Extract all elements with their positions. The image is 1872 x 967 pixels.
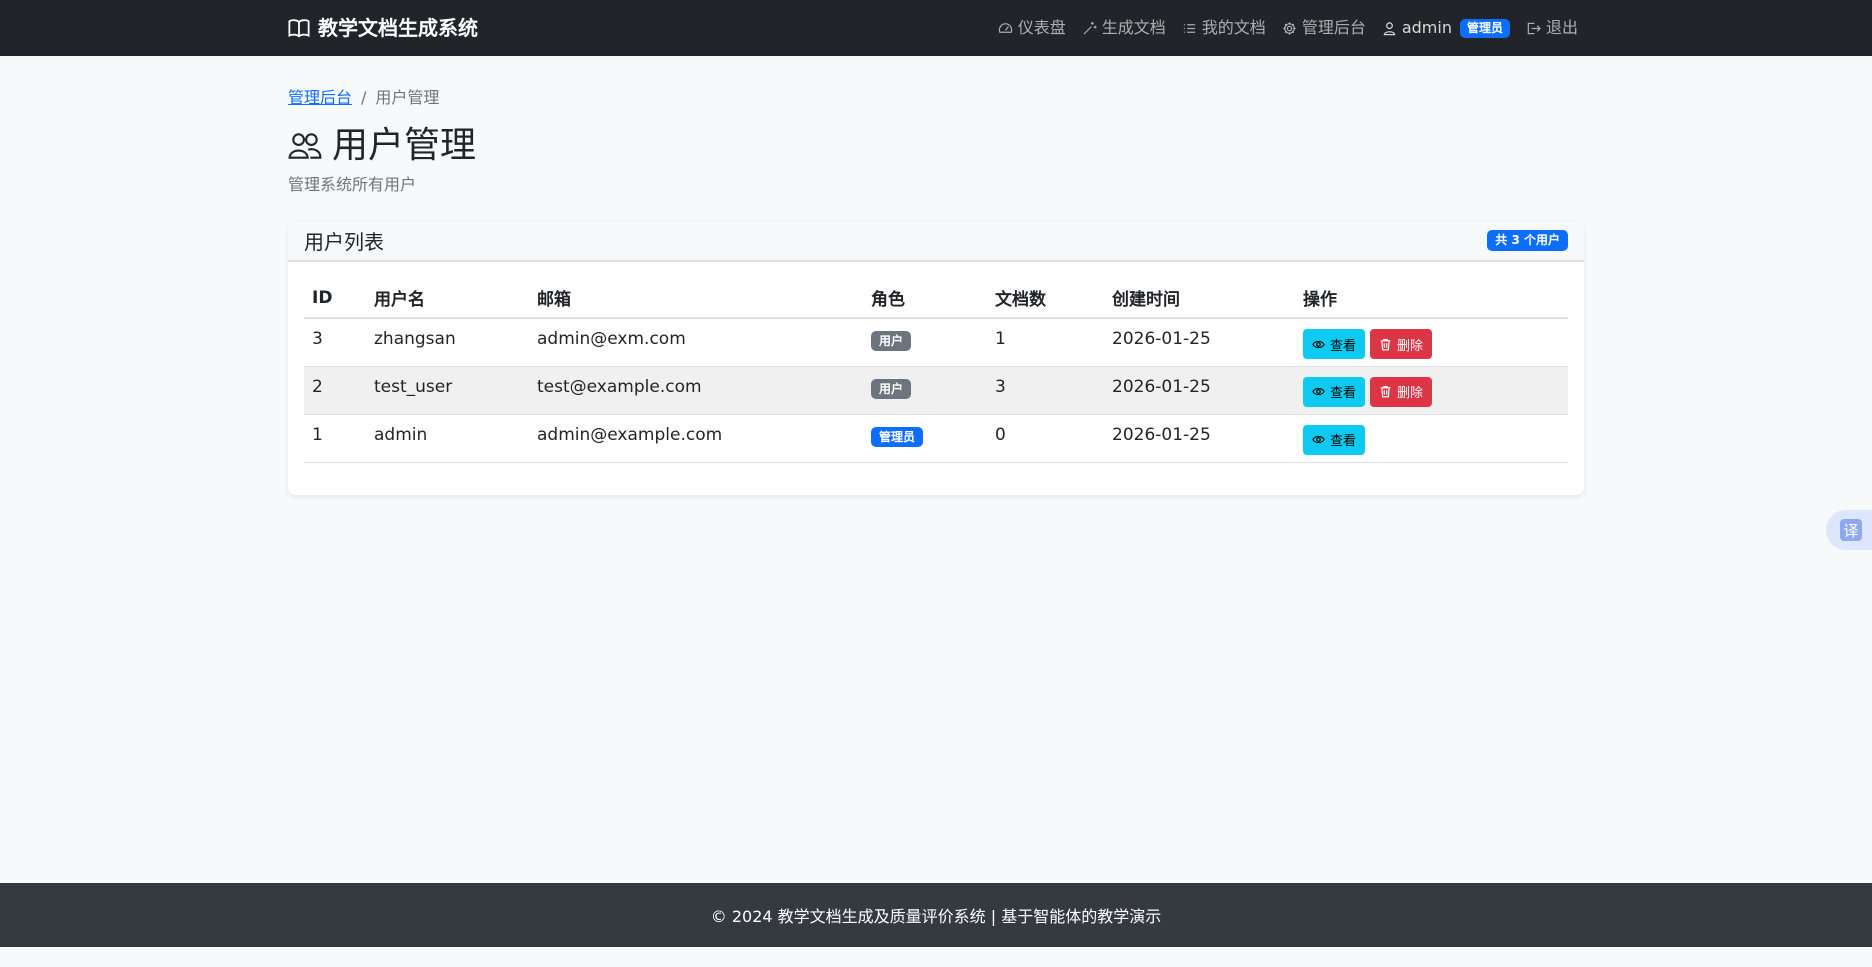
top-navbar: 教学文档生成系统 仪表盘 生成文档 我的文档 管理后台 admin 管理员 退出 bbox=[0, 0, 1872, 56]
nav-menu: 仪表盘 生成文档 我的文档 管理后台 admin 管理员 退出 bbox=[998, 14, 1578, 42]
nav-item-generate[interactable]: 生成文档 bbox=[1082, 14, 1166, 42]
cell-actions: 查看 删除 bbox=[1295, 366, 1568, 415]
breadcrumb: 管理后台 / 用户管理 bbox=[288, 86, 439, 110]
column-header-role[interactable]: 角色 bbox=[863, 278, 987, 319]
eye-icon bbox=[1312, 340, 1325, 348]
eye-icon bbox=[1312, 435, 1325, 444]
column-header-id[interactable]: ID bbox=[304, 278, 366, 319]
cell-id: 1 bbox=[304, 414, 366, 463]
nav-item-my-docs[interactable]: 我的文档 bbox=[1182, 14, 1266, 42]
role-badge: 用户 bbox=[871, 331, 912, 351]
cell-created: 2026-01-25 bbox=[1104, 318, 1295, 367]
cell-actions: 查看 bbox=[1295, 414, 1568, 463]
cell-docs: 1 bbox=[987, 318, 1104, 367]
delete-user-button[interactable]: 删除 bbox=[1370, 329, 1433, 359]
nav-item-label: 退出 bbox=[1545, 18, 1578, 37]
card-header: 用户列表 共 3 个用户 bbox=[288, 222, 1584, 262]
breadcrumb-separator: / bbox=[361, 88, 367, 107]
cell-email: admin@exm.com bbox=[529, 318, 863, 367]
eye-icon bbox=[1312, 387, 1325, 396]
table-row: 3 zhangsan admin@exm.com 用户 1 2026-01-25… bbox=[304, 318, 1568, 367]
book-icon bbox=[288, 19, 310, 38]
people-icon bbox=[288, 133, 322, 159]
role-badge: 用户 bbox=[871, 378, 912, 399]
table-row: 1 admin admin@example.com 管理员 0 2026-01-… bbox=[304, 414, 1568, 463]
page-title-text: 用户管理 bbox=[332, 125, 477, 166]
view-user-button[interactable]: 查看 bbox=[1303, 376, 1366, 407]
users-table: ID 用户名 邮箱 角色 文档数 创建时间 操作 3 zhangsan admi… bbox=[304, 278, 1568, 463]
magic-wand-icon bbox=[1083, 21, 1097, 35]
column-header-username[interactable]: 用户名 bbox=[366, 278, 529, 319]
trash-icon bbox=[1380, 386, 1391, 398]
trash-icon bbox=[1380, 338, 1391, 350]
footer: © 2024 教学文档生成及质量评价系统 | 基于智能体的教学演示 bbox=[0, 883, 1872, 947]
translate-floating-button[interactable]: 译 bbox=[1826, 510, 1872, 550]
cell-id: 2 bbox=[304, 366, 366, 415]
button-label: 查看 bbox=[1330, 338, 1357, 354]
view-user-button[interactable]: 查看 bbox=[1303, 424, 1366, 455]
card-title: 用户列表 bbox=[304, 230, 384, 254]
column-header-created[interactable]: 创建时间 bbox=[1104, 278, 1295, 319]
speedometer-icon bbox=[998, 22, 1012, 33]
breadcrumb-current: 用户管理 bbox=[375, 88, 440, 107]
cell-actions: 查看 删除 bbox=[1295, 318, 1568, 367]
cell-email: admin@example.com bbox=[529, 414, 863, 463]
page-title: 用户管理 bbox=[288, 122, 476, 170]
cell-role: 用户 bbox=[863, 366, 987, 415]
cell-role: 用户 bbox=[863, 318, 987, 367]
nav-logout[interactable]: 退出 bbox=[1526, 14, 1578, 42]
nav-username: admin bbox=[1401, 18, 1452, 37]
brand-title: 教学文档生成系统 bbox=[318, 16, 478, 40]
admin-role-badge: 管理员 bbox=[1459, 18, 1510, 38]
button-label: 删除 bbox=[1397, 338, 1424, 354]
footer-text: © 2024 教学文档生成及质量评价系统 | 基于智能体的教学演示 bbox=[710, 907, 1162, 926]
button-label: 查看 bbox=[1330, 386, 1357, 401]
cell-docs: 3 bbox=[987, 366, 1104, 415]
nav-item-label: 生成文档 bbox=[1101, 18, 1166, 37]
cell-role: 管理员 bbox=[863, 414, 987, 463]
cell-username: admin bbox=[366, 414, 529, 463]
delete-user-button[interactable]: 删除 bbox=[1370, 376, 1433, 407]
table-header-row: ID 用户名 邮箱 角色 文档数 创建时间 操作 bbox=[304, 278, 1568, 319]
cell-username: test_user bbox=[366, 366, 529, 415]
gear-icon bbox=[1283, 21, 1296, 35]
nav-item-label: 管理后台 bbox=[1301, 18, 1366, 37]
nav-item-dashboard[interactable]: 仪表盘 bbox=[998, 14, 1066, 42]
button-label: 查看 bbox=[1330, 434, 1357, 449]
cell-email: test@example.com bbox=[529, 366, 863, 415]
view-user-button[interactable]: 查看 bbox=[1303, 329, 1366, 359]
cell-id: 3 bbox=[304, 318, 366, 367]
nav-user-menu[interactable]: admin 管理员 bbox=[1382, 14, 1510, 42]
button-label: 删除 bbox=[1397, 386, 1424, 401]
nav-item-admin[interactable]: 管理后台 bbox=[1282, 14, 1366, 42]
user-list-card: 用户列表 共 3 个用户 ID 用户名 邮箱 角色 文档数 创建时间 操作 3 … bbox=[288, 222, 1584, 495]
nav-item-label: 仪表盘 bbox=[1017, 18, 1066, 37]
cell-created: 2026-01-25 bbox=[1104, 366, 1295, 415]
brand-link[interactable]: 教学文档生成系统 bbox=[288, 14, 478, 42]
column-header-email[interactable]: 邮箱 bbox=[529, 278, 863, 319]
column-header-docs[interactable]: 文档数 bbox=[987, 278, 1104, 319]
nav-item-label: 我的文档 bbox=[1201, 18, 1266, 37]
page-subtitle: 管理系统所有用户 bbox=[288, 175, 417, 194]
role-badge: 管理员 bbox=[871, 426, 924, 447]
list-icon bbox=[1183, 23, 1195, 33]
cell-docs: 0 bbox=[987, 414, 1104, 463]
table-row: 2 test_user test@example.com 用户 3 2026-0… bbox=[304, 366, 1568, 415]
person-icon bbox=[1383, 21, 1396, 35]
logout-icon bbox=[1527, 22, 1541, 34]
cell-username: zhangsan bbox=[366, 318, 529, 367]
breadcrumb-admin-link[interactable]: 管理后台 bbox=[288, 86, 352, 110]
translate-icon: 译 bbox=[1840, 519, 1862, 541]
cell-created: 2026-01-25 bbox=[1104, 414, 1295, 463]
column-header-actions: 操作 bbox=[1295, 278, 1568, 319]
user-count-badge: 共 3 个用户 bbox=[1487, 230, 1568, 251]
